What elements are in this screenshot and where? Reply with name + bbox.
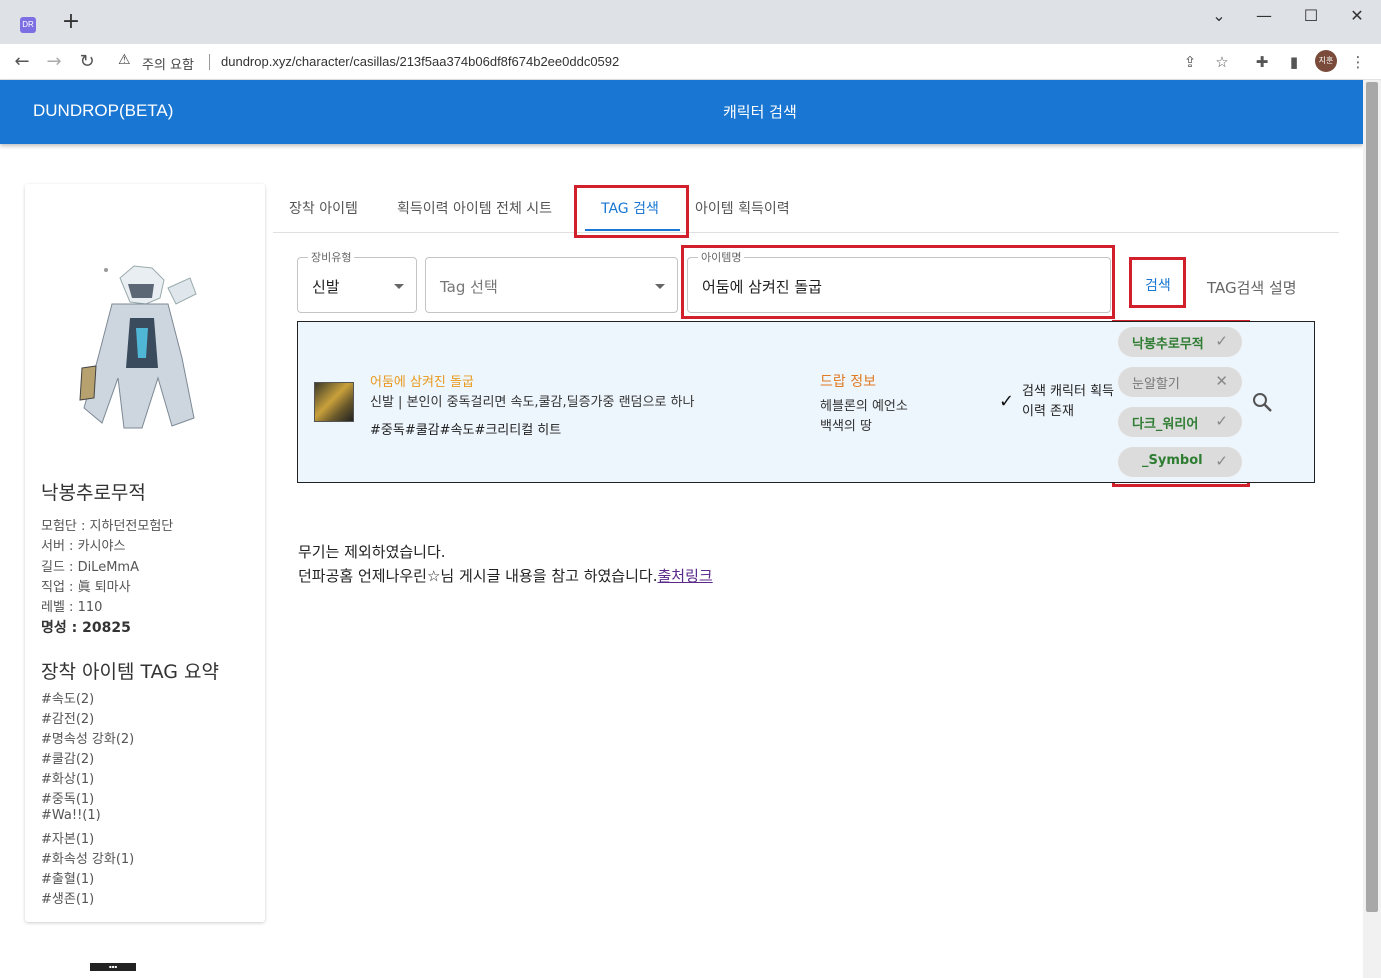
new-tab-button[interactable]: +	[60, 11, 82, 33]
tag-search-tab-highlight	[574, 185, 689, 238]
tag-summary-item: #속도(2)	[41, 692, 95, 707]
item-name-value[interactable]: 어둠에 삼켜진 돌굽	[702, 276, 822, 297]
site-favicon-icon: DR	[20, 17, 36, 33]
tag-summary-item: #Wa!!(1)	[41, 808, 101, 823]
close-window-icon[interactable]: ✕	[1343, 6, 1371, 26]
side-panel-icon[interactable]: ▮	[1284, 52, 1304, 72]
dropdown-caret-icon	[394, 284, 404, 289]
url-text[interactable]: dundrop.xyz/character/casillas/213f5aa37…	[221, 54, 619, 69]
item-icon	[314, 382, 354, 422]
character-chip[interactable]: 낙봉추로무적 ✓	[1118, 327, 1242, 357]
character-chip[interactable]: 다크_워리어 ✓	[1118, 407, 1242, 437]
level-info: 레벨 : 110	[41, 600, 103, 615]
tag-summary-item: #출혈(1)	[41, 872, 95, 887]
extensions-puzzle-icon[interactable]: ✚	[1252, 52, 1272, 72]
history-check-icon: ✓	[999, 391, 1015, 412]
tabs-divider	[273, 232, 1339, 233]
profile-avatar[interactable]: 지훈	[1315, 50, 1337, 72]
tab-equipped-items[interactable]: 장착 아이템	[289, 198, 358, 218]
search-button[interactable]: 검색	[1145, 275, 1171, 295]
character-chip[interactable]: 눈알할기 ✕	[1118, 367, 1242, 397]
character-chip-label: 다크_워리어	[1132, 417, 1199, 432]
tab-search-chevron-icon[interactable]: ⌄	[1205, 6, 1233, 26]
item-name-input[interactable]: 아이템명 어둠에 삼켜진 돌굽	[687, 249, 1111, 313]
browser-toolbar: ← → ↻ ⚠ 주의 요함 dundrop.xyz/character/casi…	[0, 44, 1381, 80]
fame-info: 명성 : 20825	[41, 620, 131, 636]
tag-select-placeholder: Tag 선택	[440, 278, 498, 296]
tag-summary-item: #자본(1)	[41, 832, 95, 847]
address-divider	[209, 54, 210, 70]
history-check-text: 검색 캐릭터 획득이력 존재	[1022, 384, 1114, 419]
search-icon[interactable]	[1251, 391, 1273, 413]
character-portrait-image	[79, 265, 197, 429]
page-title: 캐릭터 검색	[723, 103, 797, 121]
note-line-1: 무기는 제외하였습니다.	[298, 543, 446, 561]
page-scrollbar-thumb[interactable]	[1366, 82, 1378, 912]
footer-logo: ▪▪▪	[90, 963, 136, 971]
adventure-team-info: 모험단 : 지하던전모험단	[41, 519, 174, 534]
drop-location: 헤블론의 예언소	[820, 399, 908, 414]
security-warning-label: 주의 요함	[142, 58, 194, 73]
tag-search-help-button[interactable]: TAG검색 설명	[1207, 277, 1297, 298]
job-info: 직업 : 眞 퇴마사	[41, 580, 131, 595]
source-link[interactable]: 출처링크	[657, 567, 712, 585]
warning-triangle-icon: ⚠	[118, 52, 131, 68]
character-chip-label: _Symbol	[1142, 453, 1203, 468]
share-icon[interactable]: ⇪	[1180, 52, 1200, 72]
check-icon: ✓	[1215, 332, 1228, 350]
tag-summary-item: #감전(2)	[41, 712, 95, 727]
tag-summary-item: #화속성 강화(1)	[41, 852, 135, 867]
browser-tab-strip: DR + ⌄ — ☐ ✕	[0, 0, 1381, 44]
address-bar[interactable]: ⚠ 주의 요함 dundrop.xyz/character/casillas/2…	[108, 48, 1238, 76]
dropdown-caret-icon	[655, 284, 665, 289]
note-line-2: 던파공홈 언제나우린☆님 게시글 내용을 참고 하였습니다.출처링크	[298, 565, 713, 586]
drop-info-title: 드랍 정보	[820, 374, 876, 390]
browser-menu-icon[interactable]: ⋮	[1348, 52, 1368, 72]
equip-type-value: 신발	[312, 278, 340, 296]
tag-summary-item: #화상(1)	[41, 772, 95, 787]
forward-arrow-icon[interactable]: →	[42, 50, 66, 74]
drop-location: 백색의 땅	[820, 419, 872, 434]
character-chip[interactable]: _Symbol ✓	[1118, 447, 1242, 477]
check-icon: ✓	[1215, 412, 1228, 430]
app-header: DUNDROP(BETA) 캐릭터 검색	[0, 80, 1363, 144]
result-item-description: 신발 | 본인이 중독걸리면 속도,쿨감,딜증가중 랜덤으로 하나	[370, 395, 695, 410]
character-name: 낙봉추로무적	[41, 482, 146, 504]
tag-summary-item: #쿨감(2)	[41, 752, 95, 767]
item-name-label: 아이템명	[698, 249, 745, 265]
bookmark-star-icon[interactable]: ☆	[1212, 52, 1232, 72]
tag-select[interactable]: Tag 선택	[425, 257, 678, 313]
character-chip-label: 눈알할기	[1132, 377, 1180, 392]
equip-type-select[interactable]: 장비유형 신발	[297, 249, 417, 313]
tag-summary-item: #명속성 강화(2)	[41, 732, 135, 747]
back-arrow-icon[interactable]: ←	[10, 50, 34, 74]
minimize-icon[interactable]: —	[1250, 6, 1278, 26]
server-info: 서버 : 카시야스	[41, 539, 126, 554]
close-icon: ✕	[1215, 372, 1228, 390]
reload-icon[interactable]: ↻	[75, 50, 99, 74]
equip-type-label: 장비유형	[308, 249, 355, 265]
result-item-tags: #중독#쿨감#속도#크리티컬 히트	[370, 423, 562, 438]
tab-acquired-sheet[interactable]: 획득이력 아이템 전체 시트	[397, 198, 552, 218]
guild-info: 길드 : DiLeMmA	[41, 560, 139, 575]
check-icon: ✓	[1215, 452, 1228, 470]
maximize-icon[interactable]: ☐	[1297, 6, 1325, 26]
tab-acquisition-history[interactable]: 아이템 획득이력	[695, 198, 790, 218]
result-item-name: 어둠에 삼켜진 돌굽	[370, 375, 474, 390]
character-chip-label: 낙봉추로무적	[1132, 337, 1204, 352]
tag-summary-title: 장착 아이템 TAG 요약	[41, 661, 219, 683]
brand-logo-text[interactable]: DUNDROP(BETA)	[33, 101, 173, 121]
tag-summary-item: #생존(1)	[41, 892, 95, 907]
note-line-2-text: 던파공홈 언제나우린☆님 게시글 내용을 참고 하였습니다.	[298, 567, 658, 585]
tag-summary-item: #중독(1)	[41, 792, 95, 807]
